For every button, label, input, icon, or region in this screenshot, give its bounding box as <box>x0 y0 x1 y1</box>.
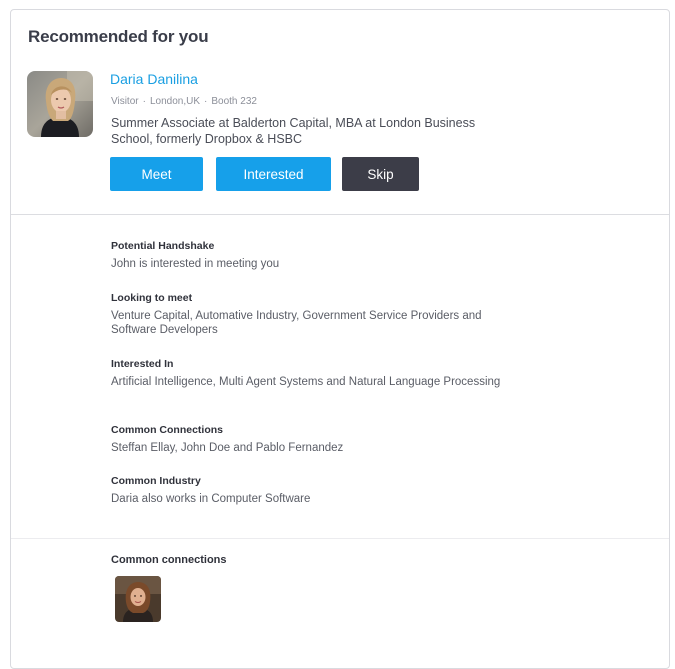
detail-common-industry: Common Industry Daria also works in Comp… <box>111 475 511 506</box>
detail-label: Potential Handshake <box>111 240 215 252</box>
person-name-link[interactable]: Daria Danilina <box>110 71 198 87</box>
person-location: London,UK <box>149 96 200 107</box>
detail-value: Venture Capital, Automative Industry, Go… <box>111 310 482 336</box>
skip-button[interactable]: Skip <box>342 157 419 191</box>
detail-label: Looking to meet <box>111 292 193 304</box>
person-headline: Summer Associate at Balderton Capital, M… <box>111 116 476 146</box>
detail-value: Daria also works in Computer Software <box>111 493 311 505</box>
interested-button[interactable]: Interested <box>216 157 331 191</box>
profile-avatar[interactable] <box>27 71 93 137</box>
meta-separator: · <box>142 96 146 107</box>
person-role: Visitor <box>111 96 139 107</box>
section-divider <box>11 538 669 539</box>
detail-label: Interested In <box>111 358 174 370</box>
person-meta: Visitor · London,UK · Booth 232 <box>111 96 257 107</box>
section-divider <box>11 214 669 215</box>
detail-looking-to-meet: Looking to meet Venture Capital, Automat… <box>111 292 511 337</box>
connection-avatar[interactable] <box>115 576 161 622</box>
profile-photo <box>27 71 93 137</box>
detail-potential-handshake: Potential Handshake John is interested i… <box>111 240 511 271</box>
recommendation-card: Recommended for you Daria Danilina Visit… <box>10 9 670 669</box>
detail-label: Common Connections <box>111 424 223 436</box>
detail-value: Steffan Ellay, John Doe and Pablo Fernan… <box>111 442 344 454</box>
meet-button[interactable]: Meet <box>110 157 203 191</box>
common-connections-heading: Common connections <box>111 554 227 566</box>
person-booth: Booth 232 <box>211 96 257 107</box>
detail-label: Common Industry <box>111 475 201 487</box>
detail-common-connections: Common Connections Steffan Ellay, John D… <box>111 424 511 455</box>
meta-separator: · <box>204 96 208 107</box>
detail-value: John is interested in meeting you <box>111 258 280 270</box>
connection-photo <box>115 576 161 622</box>
detail-value: Artificial Intelligence, Multi Agent Sys… <box>111 376 501 388</box>
card-title: Recommended for you <box>28 27 209 46</box>
detail-interested-in: Interested In Artificial Intelligence, M… <box>111 358 511 389</box>
